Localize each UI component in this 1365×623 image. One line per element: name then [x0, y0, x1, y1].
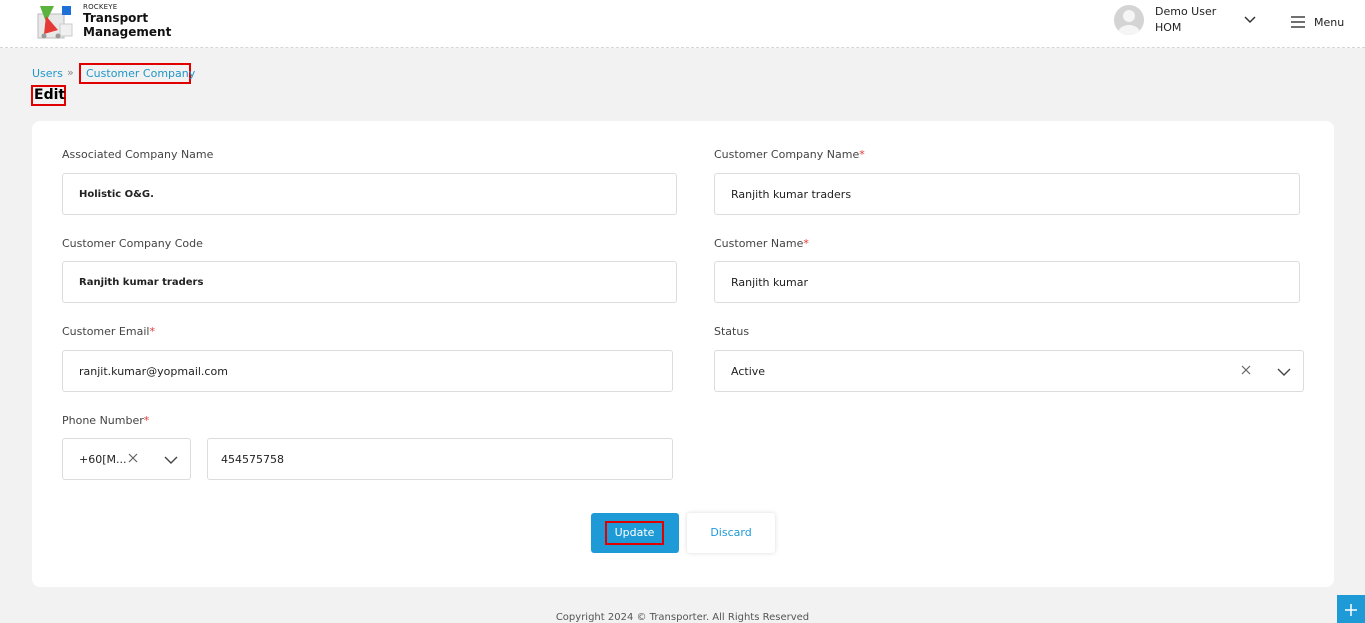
phone-number-label: Phone Number*: [62, 414, 149, 427]
brand-small: ROCKEYE: [83, 3, 118, 11]
user-name[interactable]: Demo User: [1155, 5, 1216, 18]
label-text: Customer Company Code: [62, 237, 203, 250]
phone-number-field[interactable]: 454575758: [207, 438, 673, 480]
status-value: Active: [731, 364, 766, 378]
discard-button[interactable]: Discard: [687, 513, 775, 553]
customer-name-field[interactable]: Ranjith kumar: [714, 261, 1300, 303]
associated-company-name-field[interactable]: Holistic O&G.: [62, 173, 677, 215]
required-marker: *: [859, 148, 865, 161]
customer-company-code-field[interactable]: Ranjith kumar traders: [62, 261, 677, 303]
label-text: Associated Company Name: [62, 148, 214, 161]
customer-name-label: Customer Name*: [714, 237, 809, 250]
footer-copyright: Copyright 2024 © Transporter. All Rights…: [555, 612, 810, 623]
status-label: Status: [714, 325, 749, 338]
brand-line2: Management: [83, 25, 172, 39]
customer-company-name-field[interactable]: Ranjith kumar traders: [714, 173, 1300, 215]
update-button-label: Update: [605, 521, 664, 545]
customer-email-field[interactable]: ranjit.kumar@yopmail.com: [62, 350, 673, 392]
label-text: Customer Email: [62, 325, 150, 338]
country-code-value: +60[M...: [79, 452, 127, 466]
breadcrumb-current[interactable]: Customer Company: [79, 63, 195, 84]
logo-icon: [37, 6, 73, 39]
brand-block: ROCKEYE Transport Management: [83, 3, 171, 39]
label-text: Phone Number: [62, 414, 144, 427]
menu-button[interactable]: Menu: [1290, 12, 1344, 32]
label-text: Status: [714, 325, 750, 338]
close-icon[interactable]: [1240, 364, 1252, 376]
plus-icon: [1345, 604, 1357, 616]
page-title: Edit: [31, 85, 66, 106]
add-button[interactable]: [1337, 595, 1365, 623]
label-text: Customer Name: [714, 237, 804, 250]
user-role: HOM: [1155, 21, 1182, 34]
close-icon[interactable]: [127, 452, 139, 464]
customer-company-code-label: Customer Company Code: [62, 237, 203, 250]
customer-company-name-label: Customer Company Name*: [714, 148, 865, 161]
menu-icon: [1291, 16, 1305, 28]
associated-company-name-label: Associated Company Name: [62, 148, 213, 161]
required-marker: *: [149, 325, 155, 338]
required-marker: *: [143, 414, 150, 427]
label-text: Customer Company Name: [714, 148, 860, 161]
update-button[interactable]: Update: [591, 513, 679, 553]
menu-label: Menu: [1314, 15, 1345, 29]
chevron-down-icon[interactable]: [1242, 14, 1258, 26]
brand-line1: Transport: [83, 11, 149, 25]
chevron-down-icon[interactable]: [1276, 367, 1292, 377]
avatar-icon[interactable]: [1114, 5, 1144, 35]
chevron-down-icon[interactable]: [163, 455, 179, 465]
top-header: ROCKEYE Transport Management Demo User H…: [0, 0, 1365, 48]
required-marker: *: [803, 237, 809, 250]
breadcrumb-users-link[interactable]: Users: [32, 67, 63, 80]
status-select[interactable]: Active: [714, 350, 1304, 392]
customer-email-label: Customer Email*: [62, 325, 155, 338]
breadcrumb-separator: »: [67, 66, 74, 79]
